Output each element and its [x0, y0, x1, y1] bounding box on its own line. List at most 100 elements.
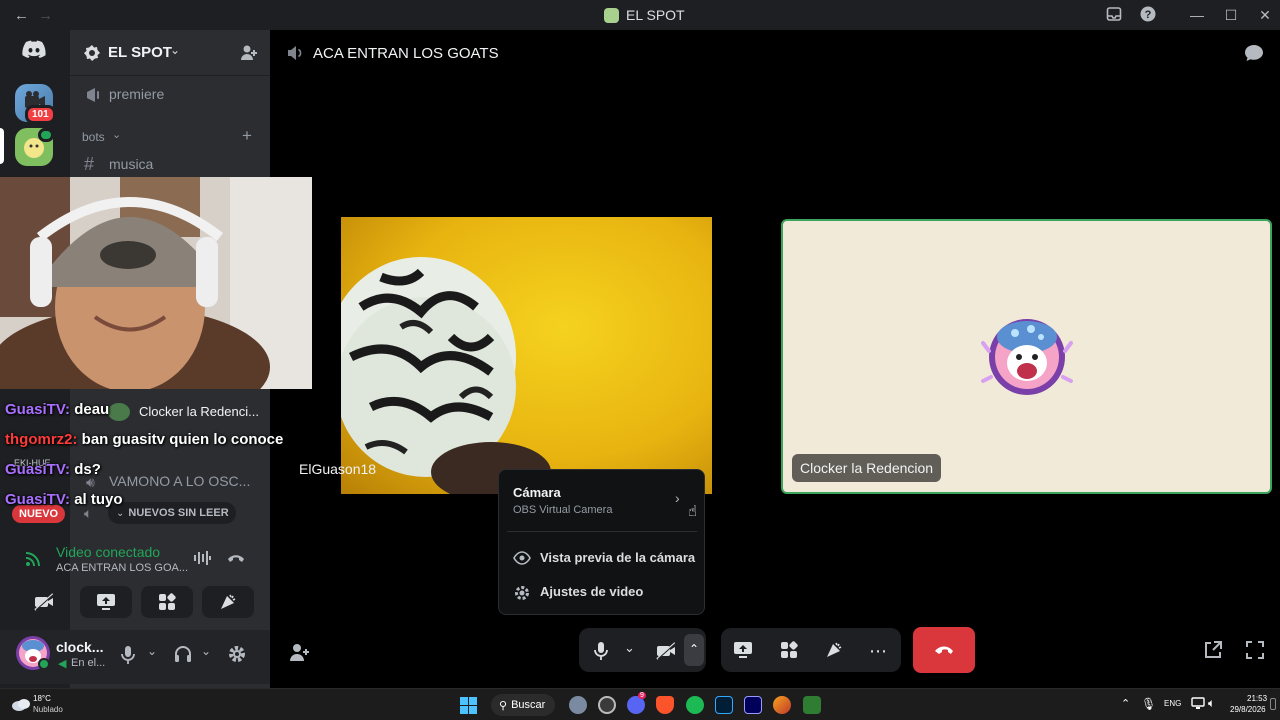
signal-icon[interactable] [24, 550, 42, 568]
premiere-app-icon[interactable] [744, 696, 762, 714]
chevron-down-icon[interactable]: ⌄ [624, 640, 635, 656]
channel-name: premiere [109, 86, 165, 102]
obs-app-icon[interactable] [598, 696, 616, 714]
video-settings-label: Ajustes de video [540, 584, 644, 599]
add-channel-icon[interactable]: + [242, 126, 252, 146]
camera-off-button[interactable] [18, 586, 70, 618]
svg-text:?: ? [1145, 9, 1152, 21]
discord-home-icon[interactable] [22, 40, 46, 58]
speaker-icon: ◀︎ [58, 658, 67, 670]
user-name[interactable]: clock... [56, 639, 103, 655]
fullscreen-icon[interactable] [1245, 640, 1265, 660]
voice-status[interactable]: Video conectado [56, 544, 160, 560]
chevron-up-icon[interactable]: ⌃ [1121, 697, 1130, 710]
camera-off-button[interactable] [655, 642, 677, 660]
file-app-icon[interactable] [803, 696, 821, 714]
channel-premiere[interactable]: premiere [82, 84, 262, 106]
menu-divider [507, 531, 697, 532]
channel-musica[interactable]: # musica [82, 154, 262, 176]
clock-date[interactable]: 29/8/2026 [1230, 705, 1266, 714]
taskbar-search[interactable]: ⚲ Buscar [491, 694, 555, 716]
new-unread-button[interactable]: ⌄ NUEVOS SIN LEER [108, 502, 236, 524]
screen-share-button[interactable] [80, 586, 132, 618]
chat-message-4: GuasiTV: al tuyo [5, 491, 123, 508]
headphones-icon[interactable] [174, 645, 192, 663]
settings-app-icon[interactable] [569, 696, 587, 714]
channel-name: musica [109, 156, 154, 172]
forward-icon[interactable]: → [38, 7, 53, 24]
microphone-icon[interactable] [121, 645, 135, 665]
stage-icon [84, 86, 102, 104]
chat-text: deau [74, 401, 110, 418]
video-tile-elguason[interactable] [341, 217, 712, 494]
search-icon: ⚲ [499, 699, 508, 712]
close-button[interactable]: ✕ [1256, 6, 1274, 24]
chat-bubble-icon[interactable] [1244, 44, 1264, 62]
voice-connection-panel: Video conectado ACA ENTRAN LOS GOA... [8, 536, 262, 626]
noise-suppression-icon[interactable] [193, 551, 211, 565]
soundboard-button[interactable] [825, 641, 843, 659]
screen-share-button[interactable] [733, 641, 753, 659]
windows-taskbar: 18°C Nublado ⚲ Buscar 9 ⌃ 🎙︎ ENG 🔈︎ 21:5… [0, 688, 1280, 720]
activities-button[interactable] [141, 586, 193, 618]
online-status-icon [38, 658, 50, 670]
voice-channel-name[interactable]: VAMONO A LO OSC... [109, 473, 250, 489]
discord-notification-badge: 9 [638, 692, 646, 699]
video-settings-item[interactable]: Ajustes de video [505, 578, 699, 606]
search-label: Buscar [511, 699, 546, 711]
app-icon[interactable] [773, 696, 791, 714]
chevron-up-icon[interactable]: ⌃ [684, 634, 704, 666]
back-icon[interactable]: ← [14, 7, 29, 24]
disconnect-icon[interactable] [227, 552, 245, 564]
chat-username: GuasiTV: [5, 401, 71, 418]
minimize-button[interactable]: — [1188, 6, 1206, 24]
photoshop-app-icon[interactable] [715, 696, 733, 714]
window-title: EL SPOT [604, 7, 685, 23]
camera-preview-item[interactable]: Vista previa de la cámara [505, 544, 699, 572]
help-icon[interactable]: ? [1140, 6, 1158, 24]
voice-user-avatar [108, 403, 130, 421]
clock-time[interactable]: 21:53 [1247, 694, 1267, 703]
voice-user-name[interactable]: Clocker la Redenci... [139, 404, 259, 419]
invite-people-icon[interactable] [240, 44, 258, 62]
user-settings-icon[interactable] [227, 644, 247, 664]
windows-start-icon[interactable] [460, 697, 477, 714]
eye-icon [513, 550, 531, 566]
weather-temp: 18°C [33, 694, 51, 703]
language-indicator[interactable]: ENG [1164, 699, 1181, 708]
camera-item-title: Cámara [513, 485, 561, 500]
voice-active-icon [38, 128, 54, 142]
inbox-icon[interactable] [1106, 6, 1124, 24]
video-tile-clocker[interactable]: Clocker la Redencion [781, 219, 1272, 494]
brave-app-icon[interactable] [656, 696, 674, 714]
gear-icon [513, 584, 531, 602]
participant-name-elguason: ElGuason18 [299, 461, 377, 477]
microphone-button[interactable] [594, 641, 608, 661]
disconnect-button[interactable] [913, 627, 975, 673]
soundboard-button[interactable] [202, 586, 254, 618]
chevron-down-icon[interactable]: ⌄ [201, 644, 211, 658]
notification-icon[interactable] [1270, 698, 1276, 710]
weather-cloud-icon[interactable] [11, 697, 31, 711]
maximize-button[interactable]: ☐ [1222, 6, 1240, 24]
server-header[interactable]: EL SPOT ⌄ [70, 30, 270, 76]
chevron-down-icon[interactable]: ⌄ [147, 644, 157, 658]
chat-username: GuasiTV: [5, 461, 71, 478]
activities-button[interactable] [780, 641, 798, 659]
chat-username: GuasiTV: [5, 491, 71, 508]
voice-channel-name[interactable]: ACA ENTRAN LOS GOA... [56, 562, 188, 574]
microphone-tray-icon[interactable]: 🎙︎ [1141, 697, 1156, 711]
spotify-app-icon[interactable] [686, 696, 704, 714]
more-options-icon[interactable]: ⋯ [869, 641, 888, 662]
category-bots[interactable]: bots ⌄ + [82, 126, 262, 146]
camera-select-item[interactable]: Cámara OBS Virtual Camera › [499, 476, 704, 520]
server-name: EL SPOT [108, 44, 172, 61]
invite-to-voice-icon[interactable] [289, 642, 311, 662]
camera-item-subtitle: OBS Virtual Camera [513, 504, 613, 516]
volume-icon[interactable]: 🔈︎ [1208, 696, 1215, 711]
network-icon[interactable] [1191, 696, 1205, 710]
pop-out-icon[interactable] [1203, 640, 1223, 660]
chat-text: ds? [74, 461, 101, 478]
camera-preview-label: Vista previa de la cámara [540, 550, 696, 565]
mouse-cursor-icon: ☝︎ [688, 503, 698, 520]
